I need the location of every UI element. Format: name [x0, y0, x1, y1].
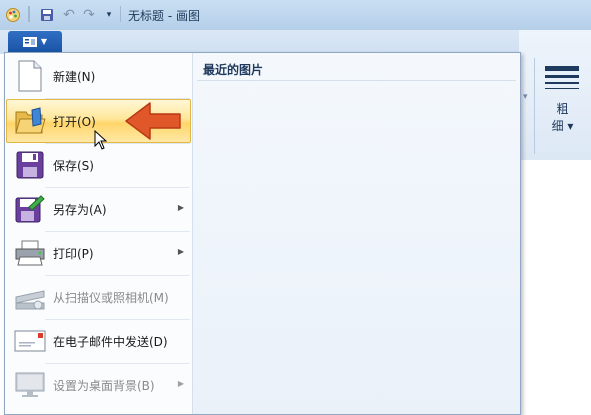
menu-item-from-scanner: 从扫描仪或照相机(M) — [7, 276, 190, 318]
menu-item-label: 新建(N) — [53, 69, 96, 84]
open-folder-icon — [11, 102, 49, 140]
annotation-arrow-icon — [122, 99, 184, 146]
window-title: 无标题 - 画图 — [128, 9, 200, 23]
thickness-line-icon — [545, 66, 579, 71]
submenu-arrow-icon: ▶ — [177, 203, 184, 212]
thickness-button[interactable]: 粗 细 ▾ — [540, 60, 585, 155]
submenu-arrow-icon: ▶ — [177, 379, 184, 388]
submenu-arrow-icon: ▶ — [177, 247, 184, 256]
app-menu-dropdown: 新建(N) 打开(O) 保存(S) 另存为(A) ▶ 打印(P) ▶ 从扫描仪或… — [4, 52, 521, 415]
scanner-icon — [11, 278, 49, 316]
paint-app-icon[interactable] — [4, 6, 22, 24]
undo-icon[interactable]: ↶ — [60, 6, 78, 24]
thickness-line-icon — [545, 82, 579, 84]
quick-access-separator — [28, 6, 30, 22]
menu-item-label: 在电子邮件中发送(D) — [53, 334, 168, 349]
chevron-down-icon: ▼ — [40, 37, 48, 46]
app-menu-button[interactable]: ▼ — [8, 31, 62, 52]
menu-item-new[interactable]: 新建(N) — [7, 55, 190, 97]
thickness-line-icon — [545, 75, 579, 78]
menu-item-send-email[interactable]: 在电子邮件中发送(D) — [7, 320, 190, 362]
menu-item-print[interactable]: 打印(P) ▶ — [7, 232, 190, 274]
desktop-background-icon — [11, 366, 49, 404]
email-icon — [11, 322, 49, 360]
menu-item-save-as[interactable]: 另存为(A) ▶ — [7, 188, 190, 230]
quick-save-icon[interactable] — [38, 6, 56, 24]
customize-quick-access-icon[interactable]: ▾ — [102, 6, 116, 24]
save-icon — [11, 146, 49, 184]
recent-pictures-title: 最近的图片 — [203, 63, 264, 77]
mouse-cursor-icon — [94, 129, 108, 153]
title-separator — [120, 6, 121, 22]
redo-icon[interactable]: ↷ — [80, 6, 98, 24]
printer-icon — [11, 234, 49, 272]
title-bar: ↶ ↷ ▾ 无标题 - 画图 — [0, 0, 591, 31]
drawing-canvas[interactable] — [519, 160, 591, 413]
menu-item-label: 保存(S) — [53, 158, 94, 173]
recent-pictures-divider — [197, 80, 516, 81]
recent-pictures-panel: 最近的图片 — [193, 53, 520, 414]
new-file-icon — [11, 57, 49, 95]
menu-item-label: 另存为(A) — [53, 202, 107, 217]
ribbon-tab-strip — [0, 30, 591, 54]
menu-item-label: 打开(O) — [53, 114, 96, 129]
ribbon-scroll-arrow-icon[interactable]: ▾ — [523, 92, 528, 102]
thickness-label-2: 细 ▾ — [551, 119, 574, 133]
menu-item-set-desktop-background: 设置为桌面背景(B) ▶ — [7, 364, 190, 406]
menu-item-label: 从扫描仪或照相机(M) — [53, 290, 169, 305]
ribbon-group-separator — [534, 58, 535, 154]
menu-item-label: 设置为桌面背景(B) — [53, 378, 155, 393]
app-menu-icon — [22, 36, 37, 47]
thickness-line-icon — [545, 88, 579, 89]
thickness-label: 粗 — [556, 102, 569, 116]
save-as-icon — [11, 190, 49, 228]
menu-item-label: 打印(P) — [53, 246, 94, 261]
